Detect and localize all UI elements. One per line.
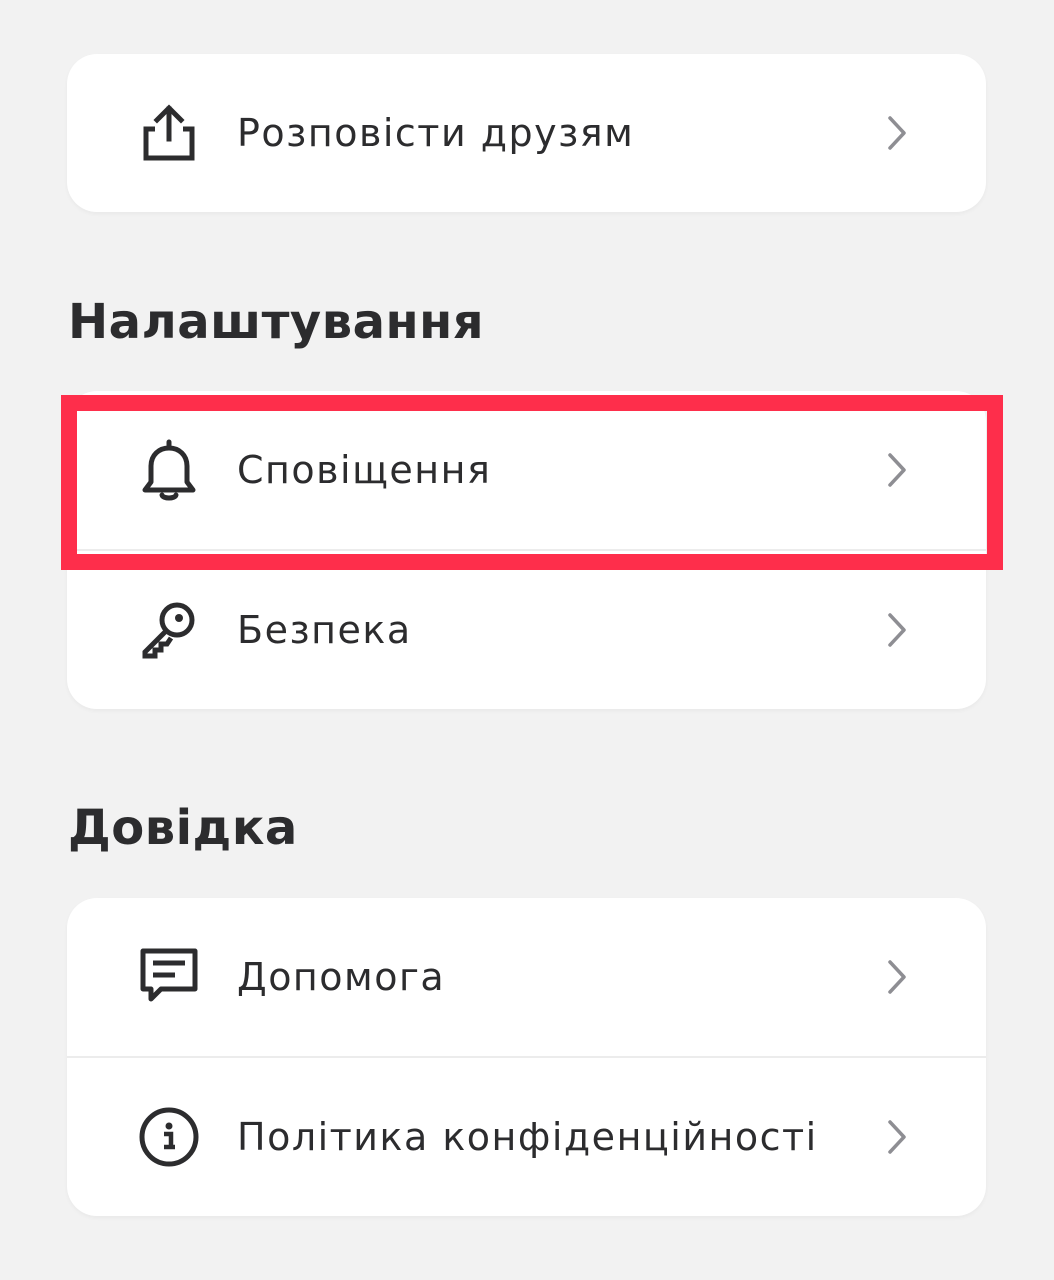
chevron-right-icon	[882, 1117, 912, 1157]
privacy-policy-label: Політика конфіденційності	[237, 1115, 818, 1159]
share-icon	[137, 101, 201, 165]
settings-section-title: Налаштування	[68, 294, 485, 350]
chevron-right-icon	[882, 957, 912, 997]
help-label: Допомога	[237, 955, 446, 999]
chevron-right-icon	[882, 113, 912, 153]
notifications-row[interactable]: Сповіщення	[67, 391, 986, 549]
settings-card: Сповіщення Безпека	[67, 391, 986, 709]
key-icon	[137, 598, 201, 662]
share-with-friends-row[interactable]: Розповісти друзям	[67, 54, 986, 212]
share-with-friends-label: Розповісти друзям	[237, 111, 635, 155]
security-label: Безпека	[237, 608, 412, 652]
message-icon	[137, 945, 201, 1009]
help-section-title: Довідка	[68, 800, 298, 856]
help-row[interactable]: Допомога	[67, 898, 986, 1056]
help-card: Допомога Політика конфіденційності	[67, 898, 986, 1216]
chevron-right-icon	[882, 610, 912, 650]
share-card: Розповісти друзям	[67, 54, 986, 212]
chevron-right-icon	[882, 450, 912, 490]
bell-icon	[137, 438, 201, 502]
info-icon	[137, 1105, 201, 1169]
privacy-policy-row[interactable]: Політика конфіденційності	[67, 1058, 986, 1216]
security-row[interactable]: Безпека	[67, 551, 986, 709]
notifications-label: Сповіщення	[237, 448, 492, 492]
